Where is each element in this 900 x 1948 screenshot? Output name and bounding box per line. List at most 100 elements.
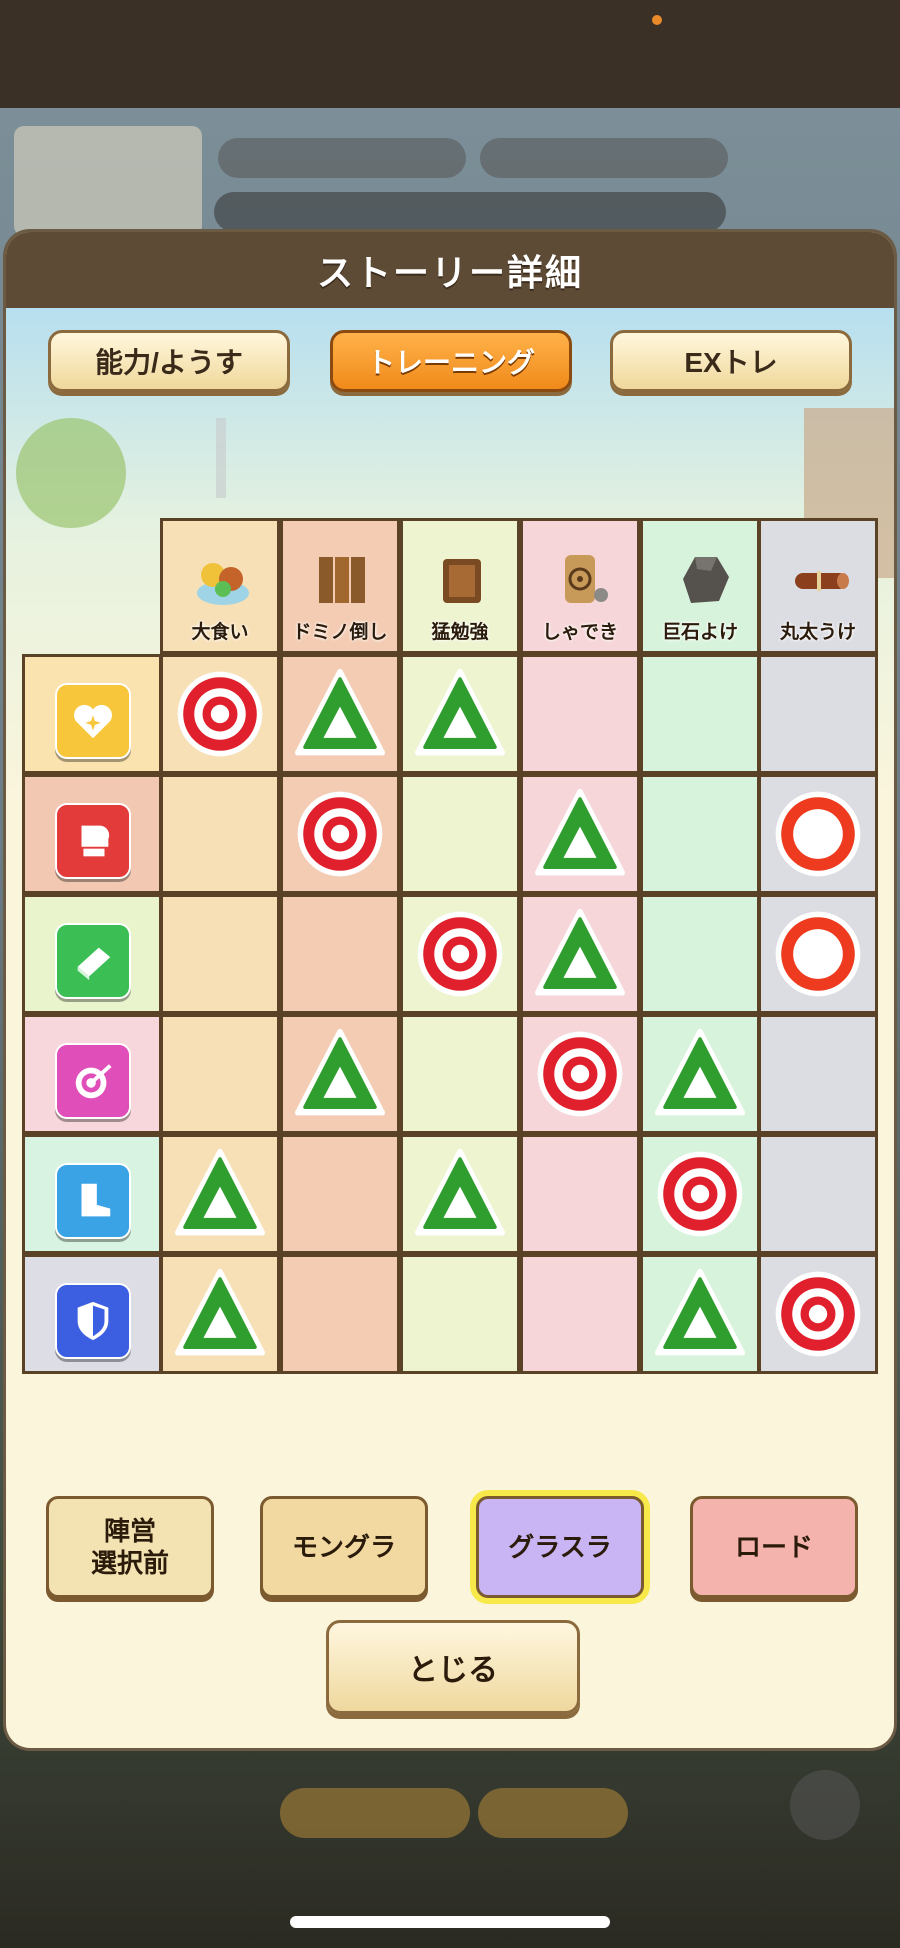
double-circle-mark [775, 1271, 861, 1357]
grid-cell [160, 1014, 280, 1134]
grid-cell [400, 894, 520, 1014]
grid-cell [640, 1254, 760, 1374]
column-header: 大食い [160, 518, 280, 654]
triangle-mark [294, 668, 386, 756]
grid-cell [520, 774, 640, 894]
triangle-mark [174, 1268, 266, 1356]
grid-cell [520, 1254, 640, 1374]
grid-cell [280, 774, 400, 894]
faction-button[interactable]: 陣営 選択前 [46, 1496, 214, 1598]
row-header [22, 774, 162, 894]
row-header [22, 1014, 162, 1134]
grid-cell [640, 654, 760, 774]
grid-cell [520, 894, 640, 1014]
grid-cell [280, 1254, 400, 1374]
triangle-mark [294, 1028, 386, 1116]
close-button[interactable]: とじる [326, 1620, 580, 1714]
row-header [22, 894, 162, 1014]
grid-cell [160, 1134, 280, 1254]
triangle-mark [414, 668, 506, 756]
circle-mark [775, 791, 861, 877]
grid-cell [758, 654, 878, 774]
grid-cell [640, 1134, 760, 1254]
bg-rank-panel [14, 126, 202, 236]
gurasura-button[interactable]: グラスラ [476, 1496, 644, 1598]
column-label: 猛勉強 [431, 622, 489, 643]
tree-decoration [16, 418, 126, 528]
road-button[interactable]: ロード [690, 1496, 858, 1598]
bg-gauge [214, 192, 726, 232]
tab-ability[interactable]: 能力/ようす [48, 330, 290, 392]
shield-icon [55, 1283, 131, 1359]
grid-cell [640, 774, 760, 894]
row-header [22, 1254, 162, 1374]
column-label: しゃでき [541, 622, 618, 643]
book-icon [433, 549, 493, 609]
grid-cell [640, 894, 760, 1014]
grid-cell [400, 1134, 520, 1254]
boxing-glove-icon [55, 803, 131, 879]
grid-cell [520, 1134, 640, 1254]
triangle-mark [534, 788, 626, 876]
heart-icon [55, 683, 131, 759]
double-circle-mark [657, 1151, 743, 1237]
status-indicator-dot [652, 15, 662, 25]
grid-cell [280, 1134, 400, 1254]
grid-cell [758, 774, 878, 894]
grid-cell [758, 1134, 878, 1254]
column-header: 猛勉強 [400, 518, 520, 654]
double-circle-mark [537, 1031, 623, 1117]
log-icon [791, 549, 851, 609]
tab-ex-training[interactable]: EXトレ [610, 330, 852, 392]
grid-cell [160, 774, 280, 894]
column-label: 大食い [191, 622, 249, 643]
grid-cell [400, 1254, 520, 1374]
home-indicator [290, 1916, 610, 1928]
boot-icon [55, 1163, 131, 1239]
grid-cell [758, 894, 878, 1014]
book-stat-icon [55, 923, 131, 999]
column-header: 巨石よけ [640, 518, 760, 654]
triangle-mark [654, 1268, 746, 1356]
tower-decoration [216, 418, 226, 498]
grid-cell [400, 1014, 520, 1134]
row-header [22, 654, 162, 774]
tab-training[interactable]: トレーニング [330, 330, 572, 392]
grid-cell [520, 1014, 640, 1134]
bg-menu-button [790, 1770, 860, 1840]
double-circle-mark [417, 911, 503, 997]
column-header: ドミノ倒し [280, 518, 400, 654]
mongura-button[interactable]: モングラ [260, 1496, 428, 1598]
bg-stat-panel-2 [480, 138, 728, 178]
triangle-mark [414, 1148, 506, 1236]
double-circle-mark [177, 671, 263, 757]
modal-title: ストーリー詳細 [316, 252, 583, 293]
grid-cell [758, 1254, 878, 1374]
double-circle-mark [297, 791, 383, 877]
grid-cell [520, 654, 640, 774]
row-header [22, 1134, 162, 1254]
food-pile-icon [193, 549, 253, 609]
column-label: 丸太うけ [779, 622, 856, 643]
triangle-mark [654, 1028, 746, 1116]
grid-cell [758, 1014, 878, 1134]
grid-cell [400, 654, 520, 774]
column-label: ドミノ倒し [292, 622, 388, 643]
grid-cell [400, 774, 520, 894]
target-icon [55, 1043, 131, 1119]
grid-cell [160, 894, 280, 1014]
grid-cell [280, 894, 400, 1014]
target-board-icon [553, 549, 613, 609]
modal-header: ストーリー詳細 [6, 232, 894, 308]
bg-stat-panel [218, 138, 466, 178]
domino-wood-icon [313, 549, 373, 609]
circle-mark [775, 911, 861, 997]
triangle-mark [534, 908, 626, 996]
column-label: 巨石よけ [661, 622, 738, 643]
grid-cell [160, 1254, 280, 1374]
grid-cell [160, 654, 280, 774]
status-bar [0, 0, 900, 108]
column-header: しゃでき [520, 518, 640, 654]
bg-skip-button [280, 1788, 470, 1838]
grid-cell [640, 1014, 760, 1134]
